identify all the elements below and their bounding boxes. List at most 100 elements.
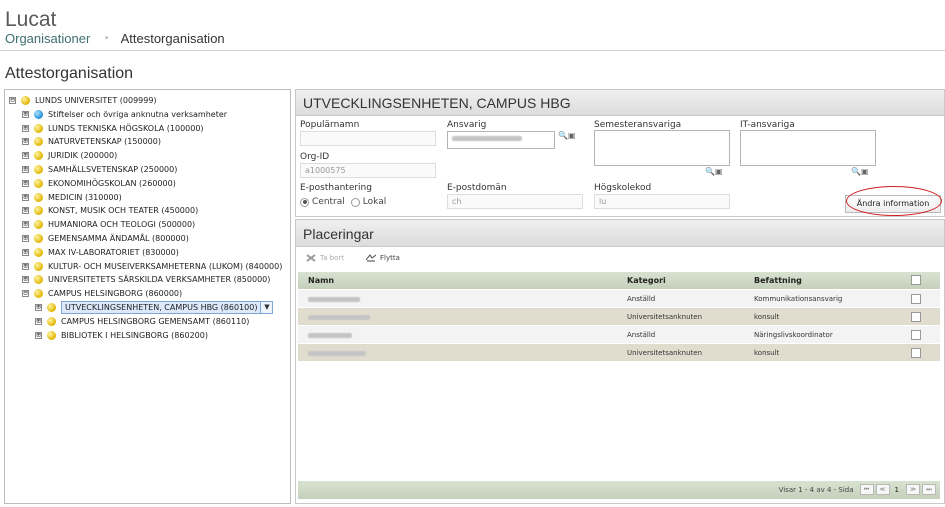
tree-node[interactable]: ⊞ CAMPUS HELSINGBORG GEMENSAMT (860110) [35,315,249,328]
expand-icon[interactable]: ⊞ [22,248,29,256]
search-person-icon[interactable]: 🔍 [558,131,568,140]
move-button[interactable]: Flytta [366,254,400,262]
cell-befattning: Näringslivskoordinator [754,331,833,339]
expand-icon[interactable]: ⊞ [22,179,29,187]
cell-namn-redacted[interactable] [308,344,366,361]
tree-node[interactable]: ⊟ CAMPUS HELSINGBORG (860000) [22,287,182,300]
expand-icon[interactable]: ⊞ [35,317,42,325]
expand-icon[interactable]: ⊞ [22,262,29,270]
tree-node-label[interactable]: LUNDS UNIVERSITET (009999) [35,96,157,105]
tree-node-label[interactable]: Stiftelser och övriga anknutna verksamhe… [48,110,227,119]
address-book-icon[interactable]: ▣ [715,167,723,176]
column-befattning[interactable]: Befattning [754,272,802,289]
yellow-sphere-icon [21,96,30,105]
column-namn[interactable]: Namn [308,272,334,289]
tree-node-label[interactable]: KONST, MUSIK OCH TEATER (450000) [48,206,198,215]
tree-node-label[interactable]: UTVECKLINGSENHETEN, CAMPUS HBG (860100) [61,301,262,314]
expand-icon[interactable]: ⊞ [22,138,29,146]
tree-node[interactable]: ⊞ MEDICIN (310000) [22,191,122,204]
tree-node-label[interactable]: SAMHÄLLSVETENSKAP (250000) [48,165,177,174]
tree-node[interactable]: ⊞ UNIVERSITETETS SÄRSKILDA VERKSAMHETER (… [22,273,270,286]
row-checkbox[interactable] [911,330,921,340]
tree-node-label[interactable]: LUNDS TEKNISKA HÖGSKOLA (100000) [48,124,204,133]
address-book-icon[interactable]: ▣ [861,167,869,176]
collapse-icon[interactable]: ⊟ [22,290,29,298]
prev-page-button[interactable]: ≪ [875,484,890,495]
cell-namn-redacted[interactable] [308,308,370,325]
epostdoman-field[interactable]: ch [447,194,583,209]
cell-namn-redacted[interactable] [308,290,360,307]
column-kategori[interactable]: Kategori [627,272,666,289]
search-person-icon[interactable]: 🔍 [851,167,861,176]
next-page-button[interactable]: ≫ [906,484,920,495]
tree-node[interactable]: ⊞ BIBLIOTEK I HELSINGBORG (860200) [35,329,208,342]
select-all-checkbox[interactable] [911,275,921,285]
tree-node-label[interactable]: UNIVERSITETETS SÄRSKILDA VERKSAMHETER (8… [48,275,270,284]
tree-node-label[interactable]: MEDICIN (310000) [48,193,122,202]
tree-node-label[interactable]: GEMENSAMMA ÄNDAMÅL (800000) [48,234,189,243]
last-page-button[interactable]: ⏭ [922,484,936,495]
tree-node[interactable]: ⊞ HUMANIORA OCH TEOLOGI (500000) [22,218,195,231]
remove-button[interactable]: Ta bort [306,254,344,262]
orgid-field[interactable]: a1000575 [300,163,436,178]
ansvarig-field[interactable] [447,131,555,149]
search-person-icon[interactable]: 🔍 [705,167,715,176]
tree-node[interactable]: ⊞ LUNDS TEKNISKA HÖGSKOLA (100000) [22,122,204,135]
tree-node-label[interactable]: BIBLIOTEK I HELSINGBORG (860200) [61,331,208,340]
tree-node-label[interactable]: MAX IV-LABORATORIET (830000) [48,248,179,257]
header-divider [0,50,945,51]
radio-lokal[interactable] [350,197,360,207]
table-row[interactable]: Universitetsanknuten konsult [298,344,940,362]
tree-node-label[interactable]: CAMPUS HELSINGBORG (860000) [48,289,182,298]
expand-icon[interactable]: ⊞ [35,331,42,339]
address-book-icon[interactable]: ▣ [568,131,576,140]
tree-node[interactable]: ⊟ LUNDS UNIVERSITET (009999) [9,94,157,107]
tree-node[interactable]: ⊞ GEMENSAMMA ÄNDAMÅL (800000) [22,232,189,245]
epostdoman-label: E-postdomän [447,183,507,193]
ansvarig-icons: 🔍▣ [558,131,576,140]
table-row[interactable]: Anställd Kommunikationsansvarig [298,290,940,308]
hogskolekod-field[interactable]: lu [594,194,730,209]
semesteransvariga-field[interactable] [594,130,730,166]
tree-node-label[interactable]: CAMPUS HELSINGBORG GEMENSAMT (860110) [61,317,249,326]
cell-namn-redacted[interactable] [308,326,352,343]
tree-node[interactable]: ⊞ NATURVETENSKAP (150000) [22,135,161,148]
expand-icon[interactable]: ⊞ [22,110,29,118]
hogskolekod-label: Högskolekod [594,183,652,193]
itansvariga-field[interactable] [740,130,876,166]
popularnamn-field[interactable] [300,131,436,146]
node-menu-dropdown-icon[interactable]: ▼ [261,301,274,314]
breadcrumb-organisationer[interactable]: Organisationer [5,31,90,46]
tree-node-label[interactable]: KULTUR- OCH MUSEIVERKSAMHETERNA (LUKOM) … [48,262,282,271]
radio-central[interactable] [300,197,309,207]
expand-icon[interactable]: ⊞ [22,276,29,284]
tree-node-label[interactable]: EKONOMIHÖGSKOLAN (260000) [48,179,176,188]
tree-node[interactable]: ⊞ MAX IV-LABORATORIET (830000) [22,246,179,259]
expand-icon[interactable]: ⊞ [22,193,29,201]
tree-node[interactable]: ⊞ Stiftelser och övriga anknutna verksamh… [22,108,227,121]
table-row[interactable]: Anställd Näringslivskoordinator [298,326,940,344]
tree-node[interactable]: ⊞ EKONOMIHÖGSKOLAN (260000) [22,177,176,190]
row-checkbox[interactable] [911,312,921,322]
row-checkbox[interactable] [911,348,921,358]
tree-node-label[interactable]: JURIDIK (200000) [48,151,117,160]
expand-icon[interactable]: ⊞ [22,166,29,173]
cell-befattning: konsult [754,313,780,321]
tree-node-label[interactable]: NATURVETENSKAP (150000) [48,137,161,146]
tree-node[interactable]: ⊞ UTVECKLINGSENHETEN, CAMPUS HBG (860100)… [35,301,274,314]
expand-icon[interactable]: ⊞ [22,207,29,215]
tree-node-label[interactable]: HUMANIORA OCH TEOLOGI (500000) [48,220,195,229]
expand-icon[interactable]: ⊞ [22,124,29,132]
row-checkbox[interactable] [911,294,921,304]
expand-icon[interactable]: ⊞ [22,221,29,229]
tree-node[interactable]: ⊞ SAMHÄLLSVETENSKAP (250000) [22,163,177,176]
tree-node[interactable]: ⊞ KULTUR- OCH MUSEIVERKSAMHETERNA (LUKOM)… [22,260,282,273]
tree-node[interactable]: ⊞ JURIDIK (200000) [22,149,117,162]
collapse-icon[interactable]: ⊟ [9,97,16,104]
table-row[interactable]: Universitetsanknuten konsult [298,308,940,326]
first-page-button[interactable]: ⏮ [859,484,874,495]
expand-icon[interactable]: ⊞ [35,304,42,311]
tree-node[interactable]: ⊞ KONST, MUSIK OCH TEATER (450000) [22,204,198,217]
expand-icon[interactable]: ⊞ [22,152,29,160]
expand-icon[interactable]: ⊞ [22,235,29,242]
